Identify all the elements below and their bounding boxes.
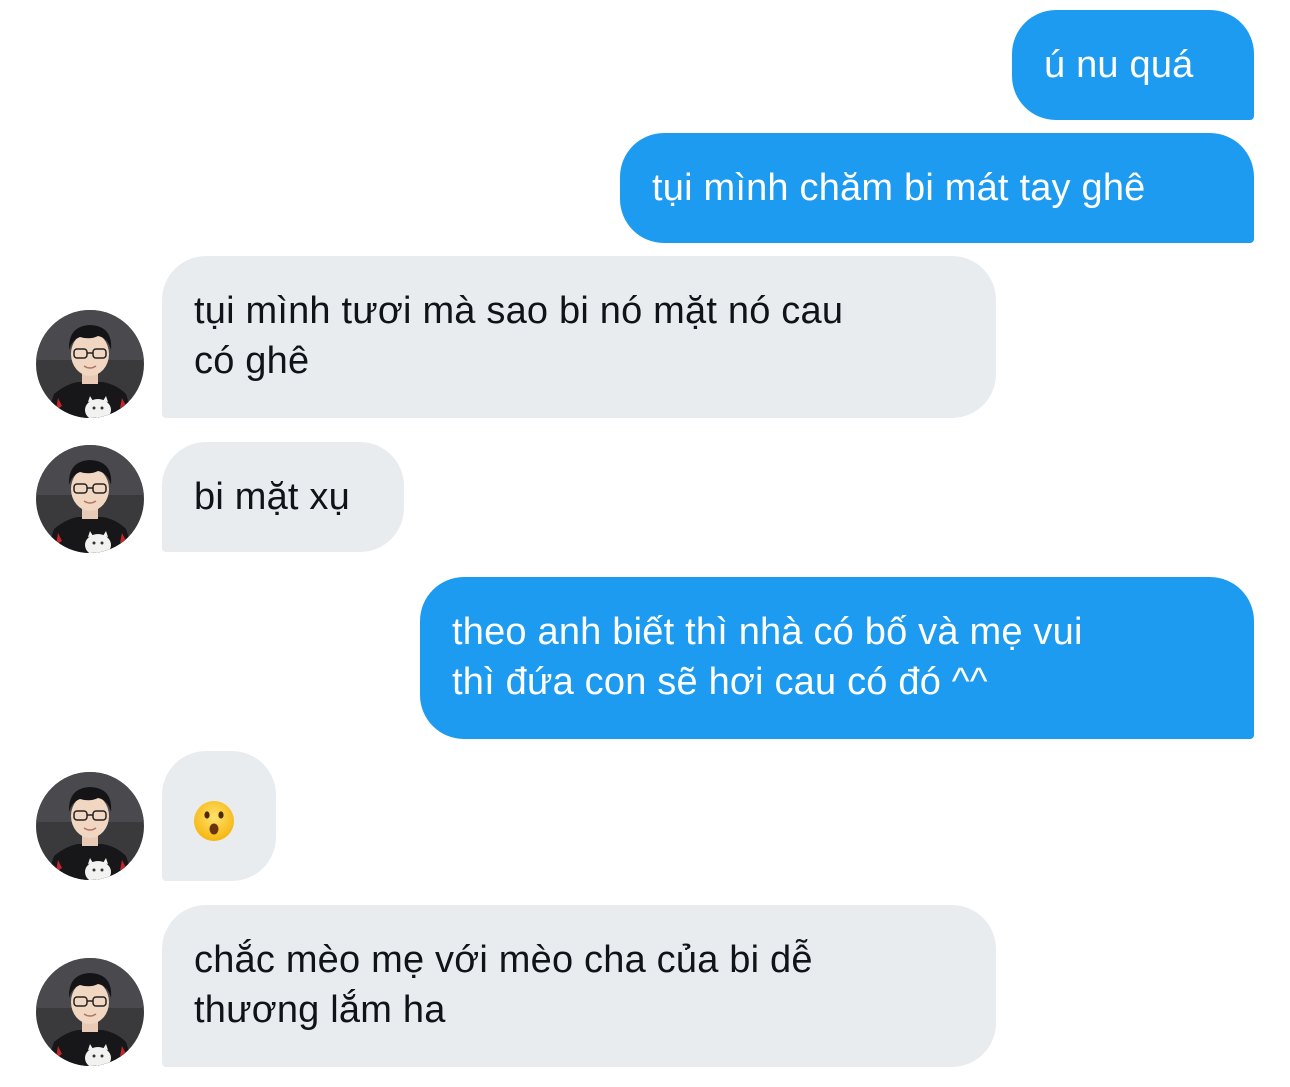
message-bubble-incoming[interactable]: chắc mèo mẹ với mèo cha của bi dễ thương… (162, 905, 996, 1067)
message-bubble-outgoing[interactable]: tụi mình chăm bi mát tay ghê (620, 133, 1254, 243)
avatar-photo (36, 772, 144, 880)
message-bubble-outgoing[interactable]: theo anh biết thì nhà có bố và mẹ vui th… (420, 577, 1254, 739)
message-bubble-outgoing[interactable]: ú nu quá (1012, 10, 1254, 120)
avatar-photo (36, 310, 144, 418)
message-bubble-incoming[interactable]: tụi mình tươi mà sao bi nó mặt nó cau có… (162, 256, 996, 418)
contact-avatar[interactable] (36, 445, 144, 553)
hushed-face-emoji (194, 801, 234, 841)
avatar-photo (36, 445, 144, 553)
message-bubble-incoming[interactable]: bi mặt xụ (162, 442, 404, 552)
contact-avatar[interactable] (36, 772, 144, 880)
contact-avatar[interactable] (36, 310, 144, 418)
avatar-photo (36, 958, 144, 1066)
contact-avatar[interactable] (36, 958, 144, 1066)
